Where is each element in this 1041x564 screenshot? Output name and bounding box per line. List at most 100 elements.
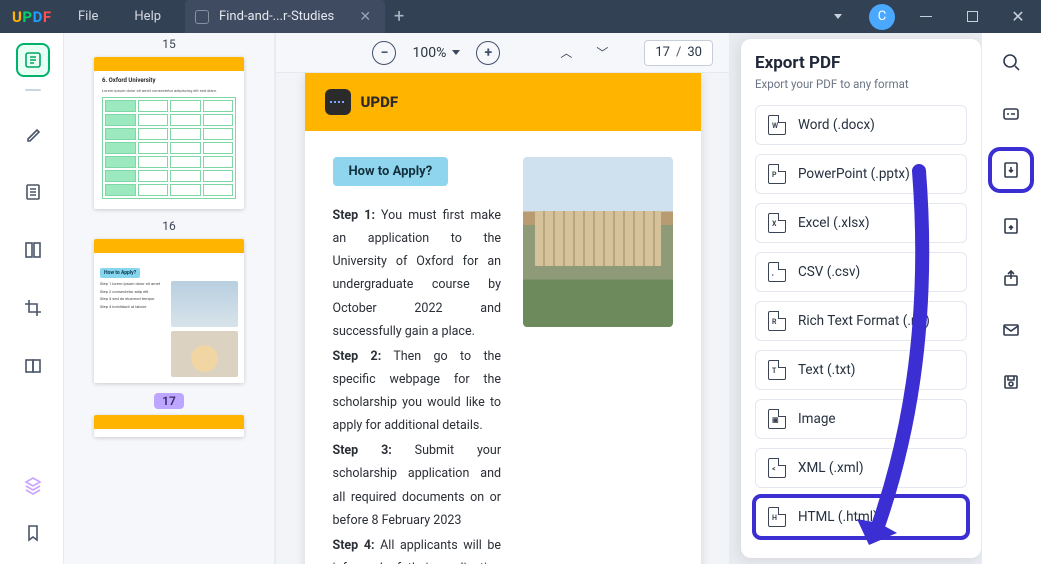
zoom-out-button[interactable]: − [372, 41, 396, 65]
export-rtf[interactable]: RRich Text Format (.rtf) [755, 301, 967, 341]
tab-doc-icon [195, 10, 209, 24]
user-avatar[interactable]: C [869, 4, 895, 30]
chevron-down-icon [834, 14, 842, 19]
document-scroll[interactable]: UPDF How to Apply? Step 1: You must firs… [276, 73, 729, 564]
export-html[interactable]: HHTML (.html) [755, 497, 967, 537]
plus-icon: + [485, 45, 493, 61]
convert-icon [1001, 216, 1021, 236]
image-file-icon: ▣ [768, 409, 786, 429]
titlebar-dropdown[interactable] [815, 0, 861, 33]
export-icon [1001, 160, 1021, 180]
thumb-page-18[interactable] [94, 415, 244, 437]
tool-export[interactable] [996, 155, 1026, 185]
tab-close-icon[interactable]: ✕ [355, 9, 375, 25]
csv-file-icon: , [768, 262, 786, 282]
right-toolbar [981, 33, 1039, 564]
window-minimize[interactable] [903, 0, 949, 33]
compare-icon [23, 356, 43, 376]
current-page: 17 [655, 45, 670, 60]
tab-label: Find-and-...r-Studies [219, 9, 355, 24]
zoom-in-button[interactable]: + [476, 41, 500, 65]
how-to-apply-heading: How to Apply? [333, 157, 449, 186]
thumb-pagenum-16: 16 [162, 219, 176, 233]
thumbnail-panel[interactable]: 15 6. Oxford University Lorem ipsum dolo… [64, 33, 274, 564]
thumb-page-16[interactable]: 6. Oxford University Lorem ipsum dolor s… [94, 57, 244, 209]
step-2: Step 2: Then go to the specific webpage … [333, 345, 502, 438]
total-pages: 30 [687, 45, 702, 60]
html-file-icon: H [768, 507, 786, 527]
excel-file-icon: X [768, 213, 786, 233]
export-panel: Export PDF Export your PDF to any format… [741, 39, 981, 558]
export-highlight [992, 151, 1030, 189]
reader-icon [23, 50, 43, 70]
chevron-down-icon [452, 50, 460, 55]
maximize-icon [967, 11, 978, 22]
main-area: 15 6. Oxford University Lorem ipsum dolo… [2, 33, 1039, 564]
minus-icon: − [381, 45, 389, 61]
step-3: Step 3: Submit your scholarship applicat… [333, 439, 502, 532]
text-file-icon: T [768, 360, 786, 380]
document-tab[interactable]: Find-and-...r-Studies ✕ [185, 0, 385, 33]
tool-convert[interactable] [996, 211, 1026, 241]
mail-icon [1001, 320, 1021, 340]
tool-compare[interactable] [18, 351, 48, 381]
pdf-page-17: UPDF How to Apply? Step 1: You must firs… [305, 73, 701, 564]
prev-page-button[interactable]: ︿ [554, 44, 578, 61]
page-photo-building [523, 157, 672, 327]
export-xml[interactable]: <XML (.xml) [755, 448, 967, 488]
titlebar: UPDF File Help Find-and-...r-Studies ✕ +… [0, 0, 1041, 33]
page-indicator[interactable]: 17 / 30 [644, 40, 713, 66]
tool-bookmark[interactable] [18, 518, 48, 548]
step-1: Step 1: You must first make an applicati… [333, 204, 502, 343]
menu-file[interactable]: File [60, 9, 116, 24]
tool-comment[interactable] [18, 119, 48, 149]
window-close[interactable]: ✕ [995, 0, 1041, 33]
menu-help[interactable]: Help [116, 9, 179, 24]
new-tab-button[interactable]: + [385, 6, 413, 27]
window-maximize[interactable] [949, 0, 995, 33]
tool-layers[interactable] [18, 470, 48, 500]
thumb-pagenum-17: 17 [154, 393, 184, 409]
document-viewer: − 100% + ︿ ﹀ 17 / 30 UPDF [276, 33, 729, 564]
page-header: UPDF [305, 73, 701, 131]
export-image[interactable]: ▣Image [755, 399, 967, 439]
updf-logo-icon [325, 89, 351, 115]
ppt-file-icon: P [768, 164, 786, 184]
tool-save[interactable] [996, 367, 1026, 397]
page-panel-icon [23, 182, 43, 202]
brand-text: UPDF [361, 93, 399, 111]
close-icon: ✕ [1011, 9, 1024, 25]
bookmark-icon [23, 523, 43, 543]
save-icon [1001, 372, 1021, 392]
tool-ocr[interactable] [996, 99, 1026, 129]
thumb-page-17[interactable]: How to Apply? Step 1 lorem ipsum dolor s… [94, 239, 244, 383]
minimize-icon [920, 16, 932, 18]
tool-crop[interactable] [18, 293, 48, 323]
export-csv[interactable]: ,CSV (.csv) [755, 252, 967, 292]
app-logo: UPDF [0, 8, 60, 26]
form-icon [23, 240, 43, 260]
marker-icon [23, 124, 43, 144]
next-page-button[interactable]: ﹀ [590, 44, 614, 61]
rtf-file-icon: R [768, 311, 786, 331]
tool-search[interactable] [996, 47, 1026, 77]
export-excel[interactable]: XExcel (.xlsx) [755, 203, 967, 243]
left-toolbar [2, 33, 64, 564]
search-icon [1001, 52, 1021, 72]
tool-reader[interactable] [18, 45, 48, 75]
crop-icon [23, 298, 43, 318]
zoom-level[interactable]: 100% [408, 45, 464, 61]
tool-mail[interactable] [996, 315, 1026, 345]
word-file-icon: W [768, 115, 786, 135]
export-text[interactable]: TText (.txt) [755, 350, 967, 390]
tool-share[interactable] [996, 263, 1026, 293]
export-powerpoint[interactable]: PPowerPoint (.pptx) [755, 154, 967, 194]
chevron-up-icon: ︿ [560, 46, 572, 60]
tool-edit[interactable] [18, 177, 48, 207]
export-subtitle: Export your PDF to any format [755, 77, 967, 91]
layers-icon [23, 475, 43, 495]
xml-file-icon: < [768, 458, 786, 478]
tool-organize[interactable] [18, 235, 48, 265]
thumb-pagenum-15: 15 [162, 37, 176, 51]
export-word[interactable]: WWord (.docx) [755, 105, 967, 145]
